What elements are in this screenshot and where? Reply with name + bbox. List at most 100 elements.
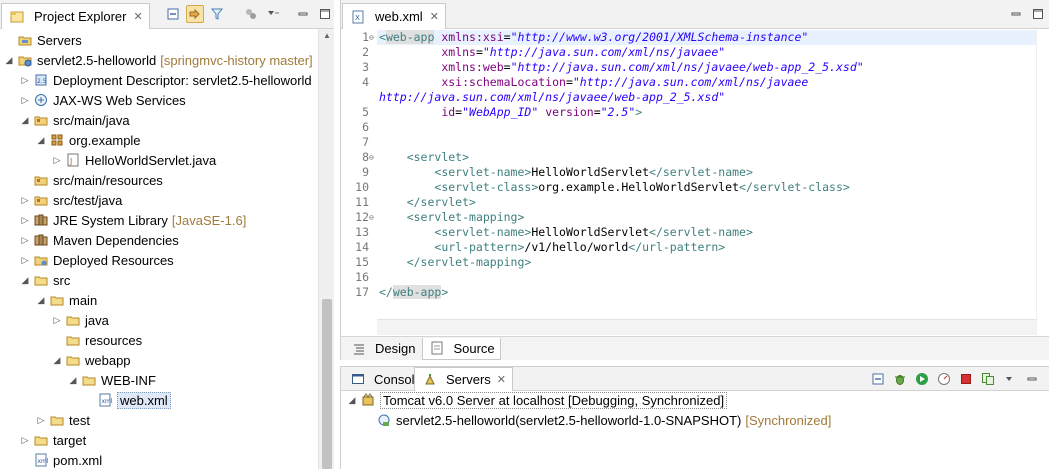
tree-item-webapp[interactable]: ◢ webapp — [0, 350, 131, 370]
source-icon — [429, 340, 445, 356]
tree-item-deployment-descriptor-servlet2-5-helloworld[interactable]: ▷ 2.5 Deployment Descriptor: servlet2.5-he… — [0, 70, 312, 90]
debug-icon[interactable] — [891, 370, 909, 388]
tree-item-label: pom.xml — [53, 452, 103, 468]
editor-tab-web-xml[interactable]: X web.xml ✕ — [342, 3, 446, 29]
expand-closed-icon[interactable]: ▷ — [20, 190, 30, 210]
expand-open-icon[interactable]: ◢ — [20, 270, 30, 290]
tree-item-target[interactable]: ▷ target — [0, 430, 87, 450]
tree-item-label: resources — [85, 332, 143, 348]
tree-item-web-xml[interactable]: xml web.xml — [0, 390, 171, 410]
maximize-icon[interactable] — [316, 5, 334, 23]
maximize-icon[interactable] — [1029, 5, 1047, 23]
expand-closed-icon[interactable]: ▷ — [20, 90, 30, 110]
start-icon[interactable] — [913, 370, 931, 388]
tree-item-decoration: [JavaSE-1.6] — [171, 212, 247, 228]
expand-closed-icon[interactable]: ▷ — [52, 150, 62, 170]
expand-open-icon[interactable]: ◢ — [36, 130, 46, 150]
code-token: <servlet-class> — [434, 180, 539, 194]
folder-icon — [49, 292, 65, 308]
tree-item-deployed-resources[interactable]: ▷ Deployed Resources — [0, 250, 174, 270]
expand-open-icon[interactable]: ◢ — [36, 290, 46, 310]
tab-source[interactable]: Source — [422, 337, 501, 360]
expand-open-icon[interactable]: ◢ — [20, 110, 30, 130]
folder-icon — [33, 272, 49, 288]
maximize-icon[interactable] — [1045, 370, 1049, 388]
tree-item-org-example[interactable]: ◢ org.example — [0, 130, 141, 150]
view-menu-icon[interactable] — [264, 5, 282, 23]
tree-item-test[interactable]: ▷ test — [0, 410, 90, 430]
no-twisty — [4, 30, 14, 50]
tree-item-main[interactable]: ◢ main — [0, 290, 98, 310]
collapse-all-icon[interactable] — [164, 5, 182, 23]
editor-tab-close-icon[interactable]: ✕ — [430, 10, 439, 23]
source-text-area[interactable]: 1 ⊖ 2 3 4 5 6 7 8 ⊖ 9 10 11 12 ⊖ 13 14 15 16 17 <web-app xm… — [341, 29, 1049, 335]
project-explorer-tab[interactable]: Project Explorer ✕ — [1, 3, 150, 29]
fold-collapse-icon[interactable]: ⊖ — [369, 210, 377, 225]
tree-item-src-main-resources[interactable]: src/main/resources — [0, 170, 163, 190]
tree-item-servlet2-5-helloworld[interactable]: ◢ servlet2.5-helloworld [springmvc-history… — [0, 50, 313, 70]
code-token: "2.5" — [600, 105, 636, 119]
minimize-icon[interactable] — [1007, 5, 1025, 23]
server-tree-item[interactable]: ◢ Tomcat v6.0 Server at localhost [Debug… — [347, 390, 728, 410]
package-icon — [49, 132, 65, 148]
expand-closed-icon[interactable]: ▷ — [36, 410, 46, 430]
tree-item-decoration: [springmvc-history master] — [160, 52, 313, 68]
publish-icon[interactable] — [979, 370, 997, 388]
overview-ruler — [1036, 29, 1049, 335]
tree-item-src-main-java[interactable]: ◢ src/main/java — [0, 110, 130, 130]
extra-icon[interactable] — [242, 5, 260, 23]
expand-closed-icon[interactable]: ▷ — [20, 210, 30, 230]
explorer-vertical-scrollbar[interactable]: ▲ — [318, 29, 334, 469]
expand-open-icon[interactable]: ◢ — [347, 390, 357, 410]
expand-open-icon[interactable]: ◢ — [4, 50, 14, 70]
tree-item-src-test-java[interactable]: ▷ src/test/java — [0, 190, 123, 210]
code-token: </servlet-name> — [649, 165, 753, 179]
scroll-up-icon[interactable]: ▲ — [322, 31, 332, 43]
deployment-descriptor-icon: 2.5 — [33, 72, 49, 88]
link-with-editor-icon[interactable] — [186, 5, 204, 23]
fold-collapse-icon[interactable]: ⊖ — [369, 150, 377, 165]
tree-item-label: org.example — [69, 132, 141, 148]
minimize-icon[interactable] — [294, 5, 312, 23]
expand-closed-icon[interactable]: ▷ — [52, 310, 62, 330]
server-module-item[interactable]: servlet2.5-helloworld(servlet2.5-hellowo… — [373, 410, 831, 430]
view-menu-icon[interactable] — [1001, 370, 1019, 388]
expand-closed-icon[interactable]: ▷ — [20, 70, 30, 90]
filter-icon[interactable] — [208, 5, 226, 23]
project-explorer-title: Project Explorer — [34, 9, 127, 24]
editor-horizontal-scrollbar[interactable] — [377, 319, 1036, 335]
tree-item-jax-ws-web-services[interactable]: ▷ JAX-WS Web Services — [0, 90, 186, 110]
tab-design[interactable]: Design — [345, 338, 420, 360]
svg-text:2.5: 2.5 — [37, 78, 47, 85]
fold-collapse-icon[interactable]: ⊖ — [369, 30, 377, 45]
tab-servers[interactable]: Servers ✕ — [414, 367, 514, 391]
tree-item-resources[interactable]: resources — [0, 330, 142, 350]
scrollbar-thumb[interactable] — [322, 299, 332, 469]
code-token: web-app — [392, 285, 442, 299]
tree-item-pom-xml[interactable]: xml pom.xml — [0, 450, 102, 469]
project-explorer-close-icon[interactable]: ✕ — [133, 10, 142, 23]
tree-item-label: HelloWorldServlet.java — [85, 152, 217, 168]
tree-item-java[interactable]: ▷ java — [0, 310, 109, 330]
folder-icon — [49, 412, 65, 428]
expand-closed-icon[interactable]: ▷ — [20, 430, 30, 450]
servers-tab-close-icon[interactable]: ✕ — [497, 373, 506, 386]
expand-open-icon[interactable]: ◢ — [68, 370, 78, 390]
code-token: </servlet-mapping> — [406, 255, 532, 269]
expand-open-icon[interactable]: ◢ — [52, 350, 62, 370]
expand-closed-icon[interactable]: ▷ — [20, 250, 30, 270]
expand-closed-icon[interactable]: ▷ — [20, 230, 30, 250]
tree-item-label: JAX-WS Web Services — [53, 92, 186, 108]
profile-icon[interactable] — [935, 370, 953, 388]
minimize-icon[interactable] — [1023, 370, 1041, 388]
tree-item-helloworldservlet-java[interactable]: ▷ J HelloWorldServlet.java — [0, 150, 217, 170]
source-folder-icon — [33, 192, 49, 208]
tree-item-maven-dependencies[interactable]: ▷ Maven Dependencies — [0, 230, 179, 250]
collapse-all-icon[interactable] — [869, 370, 887, 388]
tree-item-servers[interactable]: Servers — [0, 30, 82, 50]
library-icon — [33, 232, 49, 248]
tree-item-jre-system-library[interactable]: ▷ JRE System Library [JavaSE-1.6] — [0, 210, 247, 230]
tree-item-src[interactable]: ◢ src — [0, 270, 71, 290]
stop-icon[interactable] — [957, 370, 975, 388]
tree-item-web-inf[interactable]: ◢ WEB-INF — [0, 370, 156, 390]
